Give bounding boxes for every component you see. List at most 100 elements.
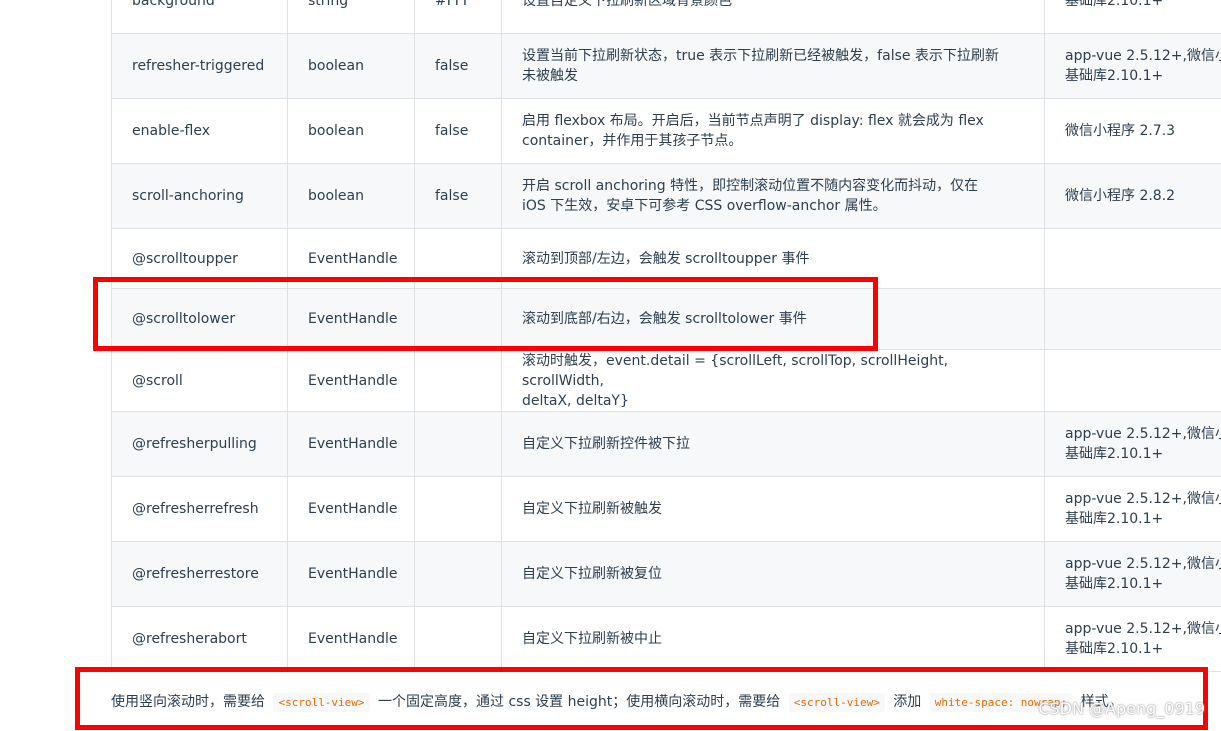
- prop-compat-line: 基础库2.10.1+: [1065, 0, 1164, 9]
- prop-desc-line: 自定义下拉刷新被触发: [522, 501, 662, 517]
- prop-compat-line: 基础库2.10.1+: [1065, 446, 1164, 462]
- usage-note: 使用竖向滚动时，需要给 <scroll-view> 一个固定高度，通过 css …: [111, 691, 1123, 712]
- prop-compat-line: 基础库2.10.1+: [1065, 68, 1164, 84]
- prop-desc-line: container，并作用于其孩子节点。: [522, 133, 743, 149]
- prop-default-cell: [414, 606, 502, 672]
- prop-desc-cell: 自定义下拉刷新被中止: [501, 606, 1045, 672]
- table-row: @refresherpulling EventHandle 自定义下拉刷新控件被下拉…: [111, 411, 1221, 477]
- note-text-3: 添加: [893, 694, 922, 710]
- prop-compat-cell: app-vue 2.5.12+,微信小 基础库2.10.1+: [1044, 33, 1221, 99]
- prop-desc-line: 设置当前下拉刷新状态，true 表示下拉刷新已经被触发，false 表示下拉刷新: [522, 48, 999, 64]
- prop-type-cell: string: [287, 0, 415, 34]
- prop-compat-line: app-vue 2.5.12+,微信小: [1065, 426, 1221, 442]
- prop-desc-cell: 自定义下拉刷新控件被下拉: [501, 411, 1045, 477]
- prop-desc-line: 启用 flexbox 布局。开启后，当前节点声明了 display: flex …: [522, 113, 984, 129]
- prop-type-cell: boolean: [287, 98, 415, 164]
- prop-desc-cell: 滚动到底部/右边，会触发 scrolltolower 事件: [501, 288, 1045, 350]
- prop-desc-line: 自定义下拉刷新被中止: [522, 631, 662, 647]
- table-row: @scrolltoupper EventHandle 滚动到顶部/左边，会触发 sc…: [111, 228, 1221, 289]
- prop-desc-line: 开启 scroll anchoring 特性，即控制滚动位置不随内容变化而抖动，…: [522, 178, 979, 194]
- table-row: @scroll EventHandle 滚动时触发，event.detail = {…: [111, 349, 1221, 412]
- prop-compat-cell: 微信小程序 2.7.3: [1044, 98, 1221, 164]
- table-row: enable-flex boolean false 启用 flexbox 布局。开启后…: [111, 98, 1221, 164]
- prop-name-cell: @scroll: [111, 349, 288, 412]
- prop-type-cell: boolean: [287, 33, 415, 99]
- table-row: @scrolltolower EventHandle 滚动到底部/右边，会触发 sc…: [111, 288, 1221, 350]
- prop-name-cell: @refresherabort: [111, 606, 288, 672]
- prop-desc-cell: 滚动时触发，event.detail = {scrollLeft, scroll…: [501, 349, 1045, 412]
- table-row: @refresherrestore EventHandle 自定义下拉刷新被复位 ap…: [111, 541, 1221, 607]
- prop-compat-cell: 微信小程序 2.8.2: [1044, 163, 1221, 229]
- prop-type-cell: EventHandle: [287, 411, 415, 477]
- prop-type-cell: EventHandle: [287, 606, 415, 672]
- prop-compat-cell: app-vue 2.5.12+,微信小 基础库2.10.1+: [1044, 541, 1221, 607]
- table-row: @refresherabort EventHandle 自定义下拉刷新被中止 app-…: [111, 606, 1221, 672]
- prop-type-cell: EventHandle: [287, 541, 415, 607]
- table-row: scroll-anchoring boolean false 开启 scroll an…: [111, 163, 1221, 229]
- prop-default-cell: false: [414, 98, 502, 164]
- prop-desc-cell: 滚动到顶部/左边，会触发 scrolltoupper 事件: [501, 228, 1045, 289]
- prop-compat-line: app-vue 2.5.12+,微信小: [1065, 491, 1221, 507]
- prop-desc-line: 滚动时触发，event.detail = {scrollLeft, scroll…: [522, 352, 949, 389]
- prop-compat-cell: [1044, 228, 1221, 289]
- prop-desc-line: 滚动到底部/右边，会触发 scrolltolower 事件: [522, 311, 807, 327]
- prop-name-cell: enable-flex: [111, 98, 288, 164]
- prop-name-cell: background: [111, 0, 288, 34]
- prop-compat-line: 微信小程序 2.7.3: [1065, 123, 1176, 139]
- prop-desc-line: 滚动到顶部/左边，会触发 scrolltoupper 事件: [522, 250, 810, 267]
- prop-default-cell: [414, 349, 502, 412]
- prop-compat-line: app-vue 2.5.12+,微信小: [1065, 621, 1221, 637]
- prop-compat-line: 基础库2.10.1+: [1065, 511, 1164, 527]
- prop-compat-cell: [1044, 288, 1221, 350]
- prop-compat-cell: app-vue 2.5.12+,微信小 基础库2.10.1+: [1044, 476, 1221, 542]
- prop-compat-line: app-vue 2.5.12+,微信小: [1065, 556, 1221, 572]
- prop-desc-line: deltaX, deltaY}: [522, 392, 629, 409]
- prop-desc-line: 设置自定义下拉刷新区域背景颜色: [522, 0, 732, 9]
- note-code-scroll-view-1: <scroll-view>: [273, 693, 370, 712]
- prop-type-cell: EventHandle: [287, 228, 415, 289]
- prop-compat-cell: 基础库2.10.1+: [1044, 0, 1221, 34]
- prop-desc-line: 未被触发: [522, 68, 578, 84]
- prop-name-cell: scroll-anchoring: [111, 163, 288, 229]
- note-text-1: 使用竖向滚动时，需要给: [111, 694, 265, 710]
- prop-type-cell: EventHandle: [287, 349, 415, 412]
- prop-name-cell: refresher-triggered: [111, 33, 288, 99]
- prop-default-cell: [414, 411, 502, 477]
- prop-desc-cell: 自定义下拉刷新被复位: [501, 541, 1045, 607]
- prop-compat-line: 基础库2.10.1+: [1065, 576, 1164, 592]
- prop-desc-cell: 自定义下拉刷新被触发: [501, 476, 1045, 542]
- prop-name-cell: @refresherrestore: [111, 541, 288, 607]
- prop-compat-line: app-vue 2.5.12+,微信小: [1065, 48, 1221, 64]
- prop-name-cell: @refresherrefresh: [111, 476, 288, 542]
- prop-type-cell: boolean: [287, 163, 415, 229]
- prop-default-cell: #FFF: [414, 0, 502, 34]
- prop-default-cell: false: [414, 163, 502, 229]
- prop-compat-cell: [1044, 349, 1221, 412]
- props-table: background string #FFF 设置自定义下拉刷新区域背景颜色 基础库2.…: [111, 0, 1221, 672]
- prop-desc-cell: 设置自定义下拉刷新区域背景颜色: [501, 0, 1045, 34]
- prop-default-cell: [414, 541, 502, 607]
- prop-type-cell: EventHandle: [287, 288, 415, 350]
- prop-default-cell: [414, 476, 502, 542]
- table-row: @refresherrefresh EventHandle 自定义下拉刷新被触发 ap…: [111, 476, 1221, 542]
- prop-desc-line: 自定义下拉刷新控件被下拉: [522, 436, 690, 452]
- prop-name-cell: @refresherpulling: [111, 411, 288, 477]
- prop-default-cell: [414, 228, 502, 289]
- prop-type-cell: EventHandle: [287, 476, 415, 542]
- prop-desc-line: 自定义下拉刷新被复位: [522, 566, 662, 582]
- note-text-2: 一个固定高度，通过 css 设置 height；使用横向滚动时，需要给: [378, 694, 781, 710]
- prop-compat-cell: app-vue 2.5.12+,微信小 基础库2.10.1+: [1044, 411, 1221, 477]
- watermark: CSDN @Apeng_0919: [1038, 699, 1205, 718]
- note-code-scroll-view-2: <scroll-view>: [788, 693, 885, 712]
- table-row: background string #FFF 设置自定义下拉刷新区域背景颜色 基础库2.…: [111, 0, 1221, 34]
- prop-desc-cell: 设置当前下拉刷新状态，true 表示下拉刷新已经被触发，false 表示下拉刷新…: [501, 33, 1045, 99]
- prop-desc-line: iOS 下生效，安卓下可参考 CSS overflow-anchor 属性。: [522, 198, 887, 214]
- prop-default-cell: false: [414, 33, 502, 99]
- prop-name-cell: @scrolltolower: [111, 288, 288, 350]
- prop-default-cell: [414, 288, 502, 350]
- prop-compat-line: 微信小程序 2.8.2: [1065, 188, 1176, 204]
- prop-desc-cell: 启用 flexbox 布局。开启后，当前节点声明了 display: flex …: [501, 98, 1045, 164]
- prop-desc-cell: 开启 scroll anchoring 特性，即控制滚动位置不随内容变化而抖动，…: [501, 163, 1045, 229]
- prop-name-cell: @scrolltoupper: [111, 228, 288, 289]
- table-row: refresher-triggered boolean false 设置当前下拉刷新状…: [111, 33, 1221, 99]
